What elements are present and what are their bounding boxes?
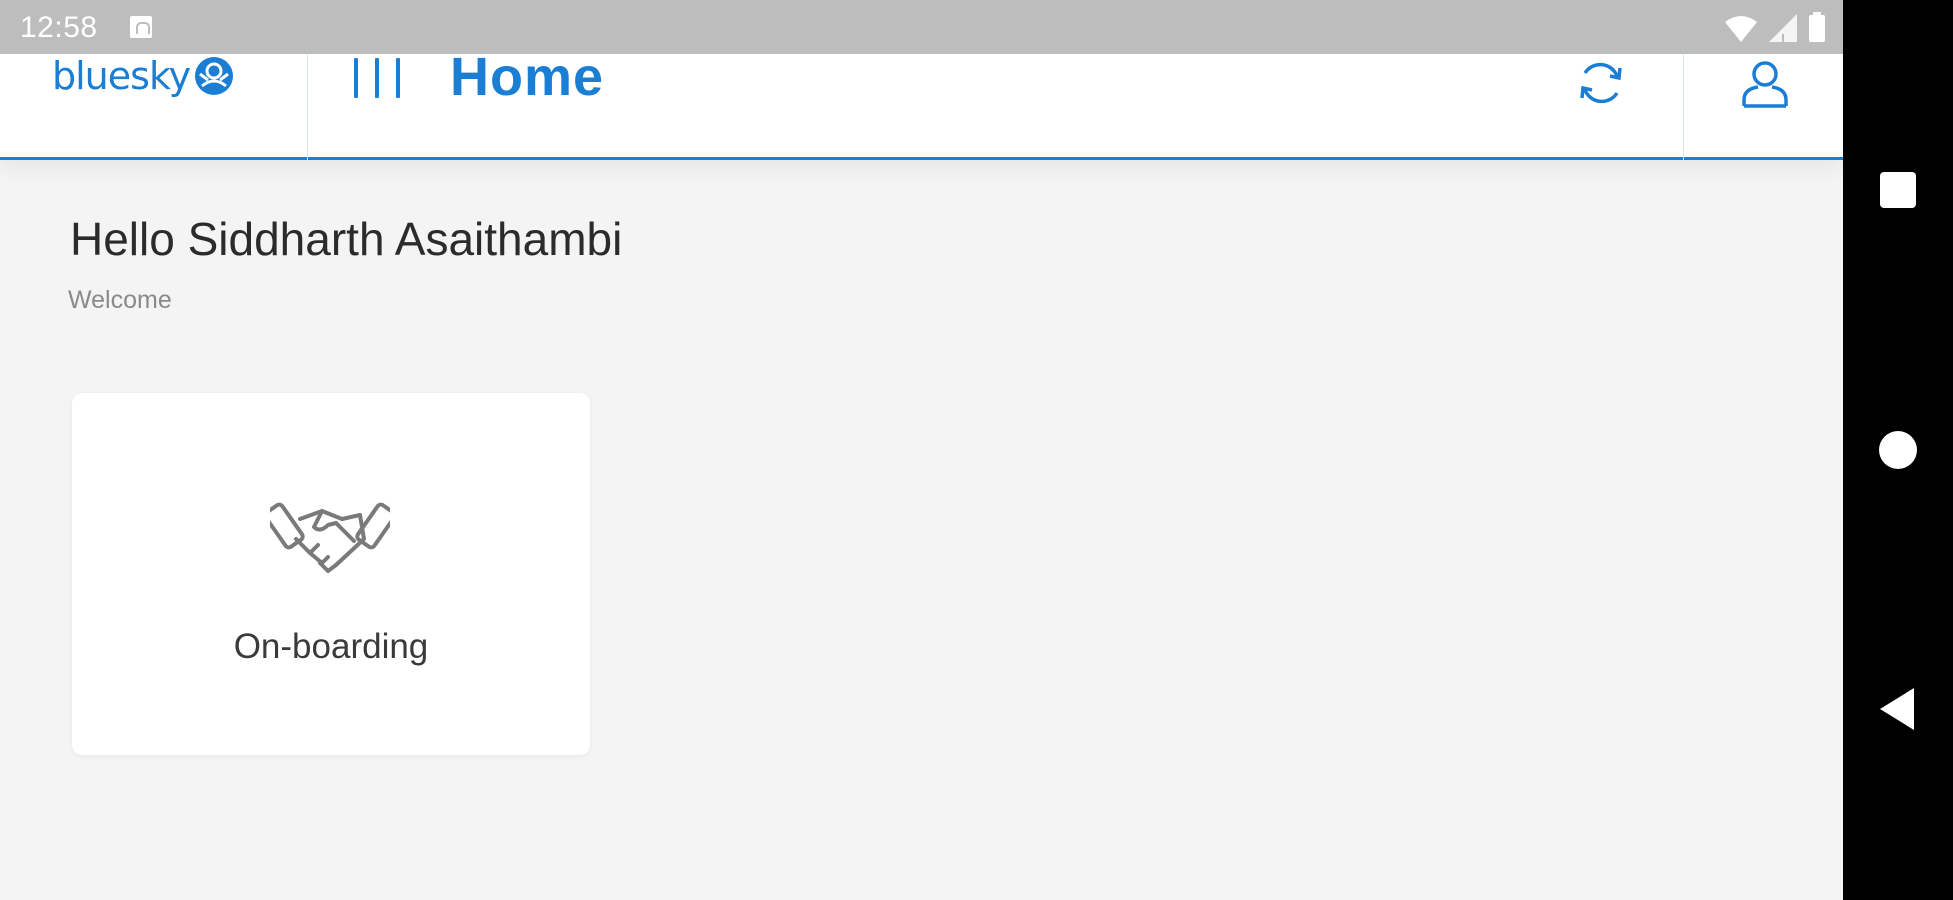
back-icon[interactable] [1880,688,1914,730]
cell-signal-icon [1769,14,1797,42]
recent-apps-icon[interactable] [1880,172,1916,208]
app-header: bluesky Home [0,0,1843,160]
onboarding-card[interactable]: On-boarding [72,393,590,755]
status-icons [1725,12,1825,42]
battery-icon [1809,12,1825,42]
handshake-icon [270,502,390,573]
welcome-subtitle: Welcome [68,286,172,314]
card-label: On-boarding [233,627,429,666]
status-time: 12:58 [20,11,98,44]
bluesky-logo[interactable]: bluesky [52,54,234,98]
wifi-icon [1725,16,1757,42]
sync-icon[interactable] [1574,56,1628,110]
notification-icon [130,16,152,38]
android-nav-bar [1843,0,1953,900]
bluesky-logo-icon [195,57,234,95]
menu-icon-bar [396,58,400,98]
page-title: Home [450,47,605,107]
logo-text: bluesky [52,54,191,98]
menu-icon-bar [354,58,358,98]
user-icon[interactable] [1738,56,1792,110]
menu-button[interactable] [354,54,400,102]
menu-icon-bar [375,58,379,98]
greeting-title: Hello Siddharth Asaithambi [70,213,623,265]
status-bar: 12:58 [0,0,1843,54]
app-screen: 12:58 bluesky Home Hello Siddharth Asait… [0,0,1843,900]
home-icon[interactable] [1879,431,1917,469]
